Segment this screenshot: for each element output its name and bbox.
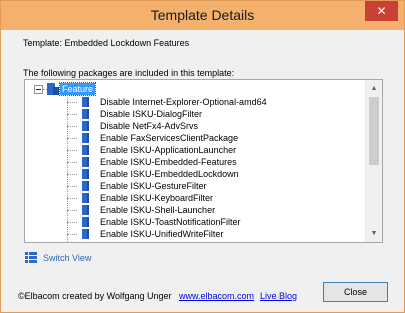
window-title: Template Details xyxy=(150,7,255,23)
dialog-footer: ©Elbacom created by Wolfgang Unger www.e… xyxy=(1,276,404,312)
tree-item[interactable]: Enable ISKU-KeyboardFilter xyxy=(25,192,355,204)
credits-text: ©Elbacom created by Wolfgang Unger xyxy=(18,291,172,301)
window-close-icon[interactable]: ✕ xyxy=(365,1,398,21)
package-label: Enable ISKU-KeyboardFilter xyxy=(100,193,214,203)
package-label: Enable FaxServicesClientPackage xyxy=(100,133,239,143)
package-label: Disable ISKU-DialogFilter xyxy=(100,109,203,119)
package-label: Enable ISKU-ApplicationLauncher xyxy=(100,145,237,155)
package-label: Disable NetFx4-AdvSrvs xyxy=(100,121,199,131)
title-bar[interactable]: Template Details ✕ xyxy=(1,1,404,30)
package-label: Enable ISKU-Shell-Launcher xyxy=(100,205,216,215)
blog-link[interactable]: Live Blog xyxy=(260,291,297,301)
tree-item[interactable]: Enable ISKU-ToastNotificationFilter xyxy=(25,216,355,228)
template-name-label: Template: Embedded Lockdown Features xyxy=(23,38,190,48)
tree-item[interactable]: Enable ISKU-ApplicationLauncher xyxy=(25,144,355,156)
package-label: Enable ISKU-EmbeddedLockdown xyxy=(100,169,239,179)
scrollbar-thumb[interactable] xyxy=(369,97,379,165)
package-label: Enable ISKU-GestureFilter xyxy=(100,181,207,191)
package-icon xyxy=(82,145,89,155)
scroll-down-icon[interactable]: ▼ xyxy=(366,225,382,242)
switch-view-label: Switch View xyxy=(43,253,92,263)
package-icon xyxy=(82,157,89,167)
collapse-icon[interactable] xyxy=(34,85,43,94)
tree-item[interactable]: Enable ISKU-UnifiedWriteFilter xyxy=(25,228,355,240)
close-button[interactable]: Close xyxy=(323,282,388,302)
package-label: Disable Internet-Explorer-Optional-amd64 xyxy=(100,97,267,107)
tree-item[interactable]: Enable FaxServicesClientPackage xyxy=(25,132,355,144)
package-icon xyxy=(82,133,89,143)
template-details-dialog: Template Details ✕ Template: Embedded Lo… xyxy=(0,0,405,313)
tree-item[interactable]: Disable ISKU-DialogFilter xyxy=(25,108,355,120)
tree-item[interactable]: Enable ISKU-GestureFilter xyxy=(25,180,355,192)
close-button-label: Close xyxy=(343,287,367,297)
list-view-icon xyxy=(25,252,37,263)
website-link[interactable]: www.elbacom.com xyxy=(179,291,254,301)
package-icon xyxy=(82,121,89,131)
package-tree-view[interactable]: Feature Disable Internet-Explorer-Option… xyxy=(24,79,383,243)
tree-item[interactable]: Enable ISKU-EmbeddedLockdown xyxy=(25,168,355,180)
package-icon xyxy=(82,205,89,215)
package-icon xyxy=(82,109,89,119)
vertical-scrollbar[interactable]: ▲ ▼ xyxy=(365,80,382,242)
tree-root-label[interactable]: Feature xyxy=(58,82,97,96)
package-icon xyxy=(82,97,89,107)
package-icon xyxy=(82,217,89,227)
feature-folder-icon xyxy=(47,83,59,95)
package-label: Enable ISKU-ToastNotificationFilter xyxy=(100,217,241,227)
tree-item[interactable]: Enable ISKU-Shell-Launcher xyxy=(25,204,355,216)
tree-content: Feature Disable Internet-Explorer-Option… xyxy=(25,80,365,242)
packages-intro-label: The following packages are included in t… xyxy=(23,68,235,78)
package-label: Enable ISKU-UnifiedWriteFilter xyxy=(100,229,224,239)
tree-item[interactable]: Disable NetFx4-AdvSrvs xyxy=(25,120,355,132)
package-icon xyxy=(82,229,89,239)
package-label: Enable ISKU-Embedded-Features xyxy=(100,157,237,167)
package-icon xyxy=(82,181,89,191)
package-icon xyxy=(82,193,89,203)
tree-item[interactable]: Enable ISKU-Embedded-Features xyxy=(25,156,355,168)
package-icon xyxy=(82,169,89,179)
scroll-up-icon[interactable]: ▲ xyxy=(366,80,382,97)
tree-item[interactable]: Disable Internet-Explorer-Optional-amd64 xyxy=(25,96,355,108)
